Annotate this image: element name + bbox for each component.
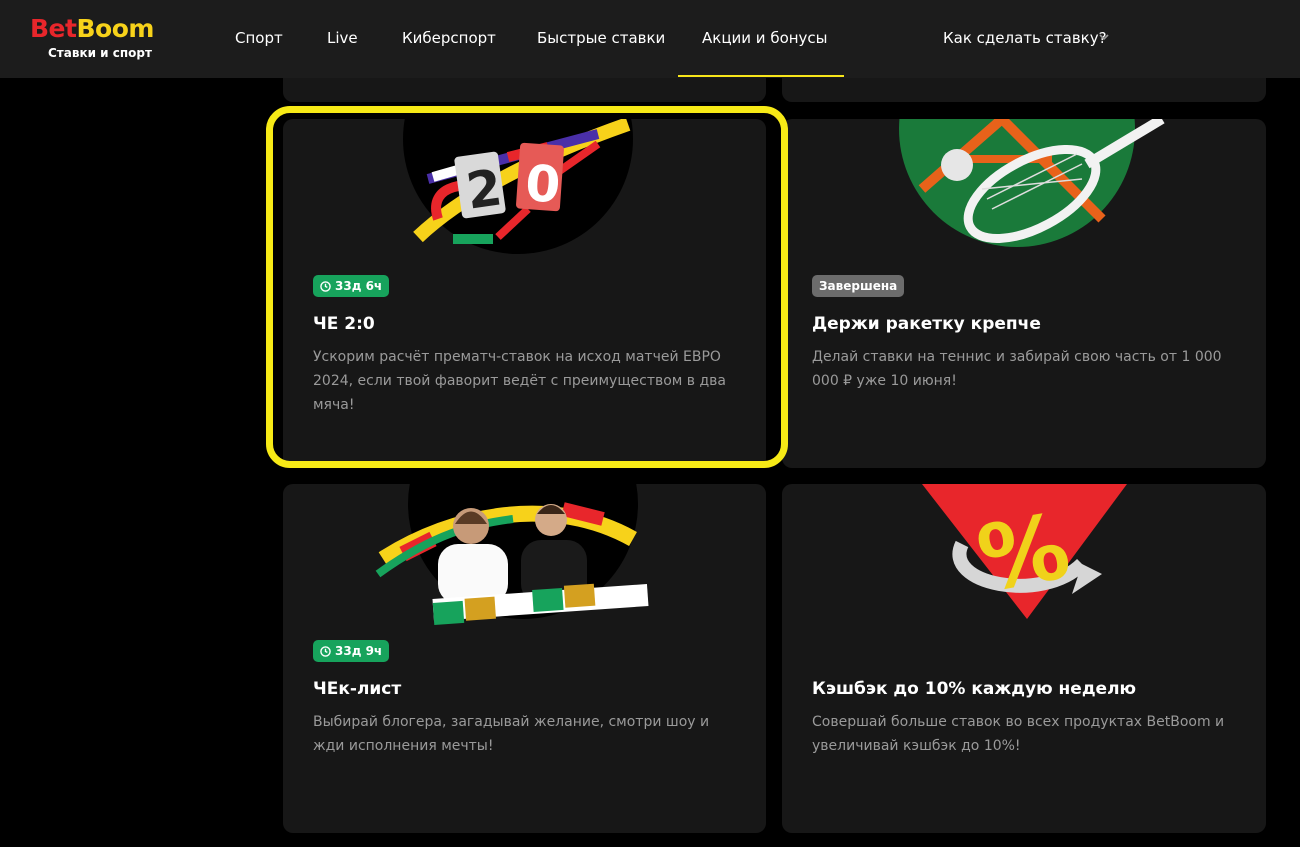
nav-item-sport[interactable]: Спорт (235, 29, 283, 47)
svg-text:%: % (970, 494, 1077, 613)
highlight-outline (266, 106, 788, 468)
previous-card-bottom (782, 78, 1266, 102)
how-to-bet-menu[interactable]: Как сделать ставку? (943, 29, 1107, 47)
nav-item-fast-bets[interactable]: Быстрые ставки (537, 29, 665, 47)
promo-title: Держи ракетку крепче (812, 314, 1041, 334)
promo-card[interactable]: Завершена Держи ракетку крепче Делай ста… (782, 119, 1266, 468)
timer-text: 33д 9ч (335, 644, 383, 658)
promo-title: ЧЕк-лист (313, 679, 402, 699)
top-header: BetBoom Ставки и спорт Спорт Live Киберс… (0, 0, 1300, 78)
promo-description: Совершай больше ставок во всех продуктах… (812, 714, 1225, 754)
nav-item-promotions[interactable]: Акции и бонусы (702, 29, 828, 47)
timer-badge: 33д 9ч (313, 640, 390, 662)
chevron-down-icon[interactable] (1098, 31, 1110, 43)
clock-icon (320, 645, 331, 657)
nav-item-live[interactable]: Live (327, 29, 358, 47)
promo-description: Выбирай блогера, загадывай желание, смот… (313, 714, 710, 754)
promo-title: Кэшбэк до 10% каждую неделю (812, 679, 1137, 699)
promo-card[interactable]: 33д 9ч ЧЕк-лист Выбирай блогера, загадыв… (283, 484, 766, 833)
bloggers-illustration (375, 484, 649, 625)
status-badge: Завершена (812, 275, 905, 297)
logo-tagline: Ставки и спорт (48, 46, 152, 60)
logo-wordmark: BetBoom (30, 14, 154, 43)
percent-cashback-illustration: % (922, 484, 1127, 619)
betboom-logo[interactable]: BetBoom Ставки и спорт (30, 14, 170, 64)
tennis-racket-illustration (899, 119, 1165, 247)
nav-item-esports[interactable]: Киберспорт (402, 29, 496, 47)
promo-card[interactable]: % Кэшбэк до 10% каждую неделю Совершай б… (782, 484, 1266, 833)
active-tab-indicator (678, 75, 844, 77)
promo-description: Делай ставки на теннис и забирай свою ча… (812, 349, 1222, 389)
previous-card-bottom (283, 78, 766, 102)
